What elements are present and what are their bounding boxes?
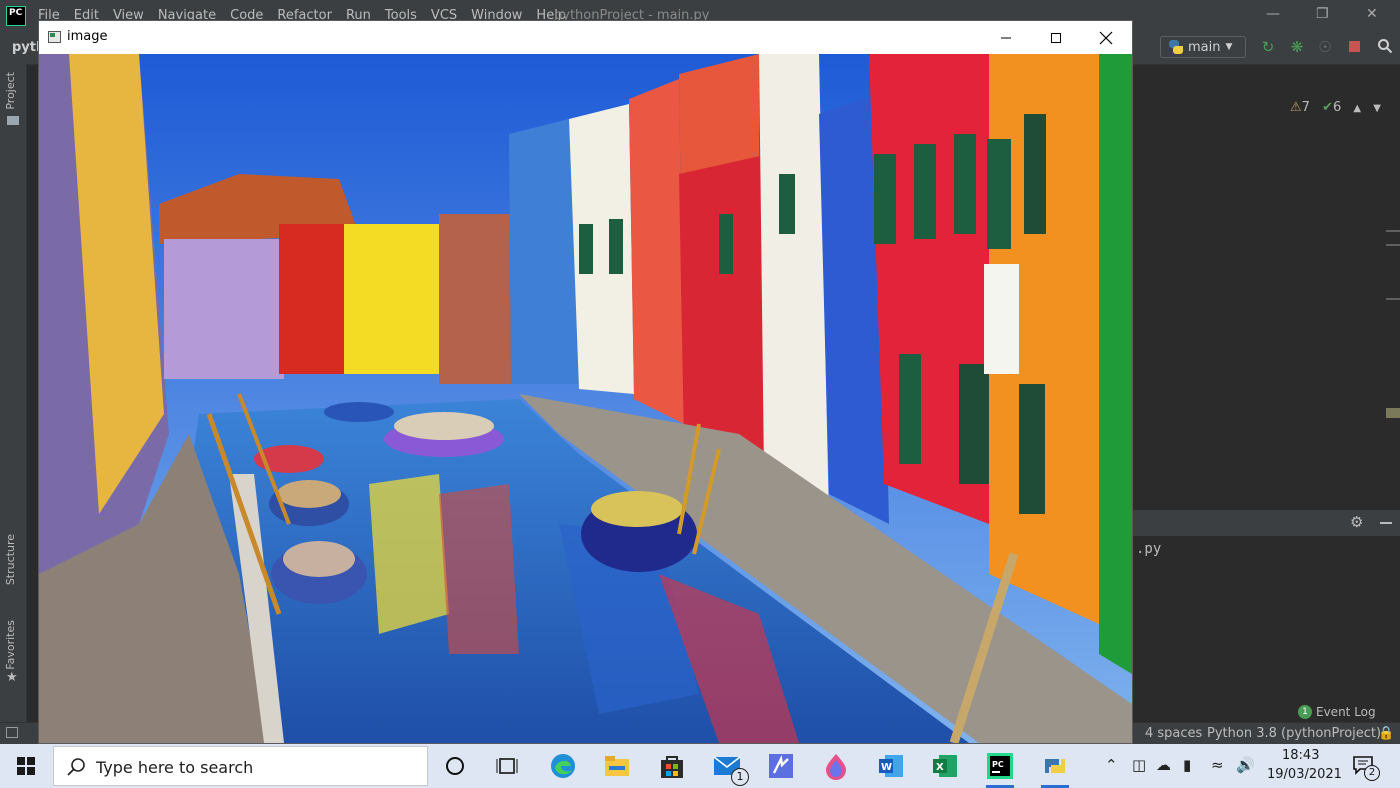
run-output-text: .py bbox=[1136, 541, 1162, 557]
rerun-icon[interactable]: ↻ bbox=[1259, 38, 1277, 56]
stop-icon[interactable] bbox=[1345, 38, 1363, 56]
indent-setting[interactable]: 4 spaces bbox=[1145, 726, 1202, 741]
pycharm-app[interactable]: PC bbox=[982, 748, 1018, 788]
notification-center-button[interactable]: 2 bbox=[1352, 754, 1380, 782]
edge-app[interactable] bbox=[545, 748, 581, 784]
event-log-button[interactable]: 1 Event Log bbox=[1298, 705, 1376, 719]
ide-left-tool-strip: Project Structure Favorites ★ bbox=[0, 64, 27, 744]
svg-text:W: W bbox=[881, 762, 892, 773]
python-icon bbox=[1045, 759, 1065, 773]
scroll-marker bbox=[1386, 230, 1400, 232]
coverage-icon[interactable]: ☉ bbox=[1316, 38, 1334, 56]
image-window-titlebar[interactable]: image bbox=[39, 21, 1132, 54]
scroll-marker bbox=[1386, 244, 1400, 246]
scroll-marker bbox=[1386, 408, 1400, 418]
timeline-icon bbox=[496, 758, 518, 774]
displayed-image-burano-canal bbox=[39, 54, 1132, 743]
notification-badge: 2 bbox=[1364, 765, 1380, 781]
word-icon: W bbox=[879, 755, 903, 777]
run-config-selector[interactable]: main ▼ bbox=[1160, 36, 1246, 58]
tab-favorites[interactable]: Favorites bbox=[4, 620, 17, 670]
ide-minimize-icon[interactable]: — bbox=[1266, 6, 1280, 22]
check-icon: ✔ bbox=[1322, 100, 1333, 115]
search-icon bbox=[67, 758, 85, 776]
start-button[interactable] bbox=[0, 744, 52, 788]
chevron-up-icon[interactable]: ⌃ bbox=[1105, 756, 1118, 774]
chevron-down-icon: ▼ bbox=[1225, 42, 1233, 52]
minimize-button[interactable] bbox=[981, 21, 1031, 54]
chevron-up-icon[interactable]: ▲ bbox=[1353, 103, 1361, 114]
task-view-button[interactable] bbox=[489, 748, 525, 784]
mathpix-icon bbox=[769, 754, 793, 778]
window-app-icon bbox=[48, 31, 61, 43]
event-log-badge: 1 bbox=[1298, 705, 1312, 719]
hide-panel-icon[interactable] bbox=[1380, 522, 1392, 524]
paint3d-app[interactable] bbox=[818, 748, 854, 784]
mail-badge: 1 bbox=[731, 768, 749, 786]
ide-close-icon[interactable]: ✕ bbox=[1366, 6, 1378, 22]
svg-text:X: X bbox=[936, 762, 944, 773]
volume-icon[interactable]: 🔊 bbox=[1236, 756, 1255, 774]
clock-date[interactable]: 19/03/2021 bbox=[1267, 767, 1342, 782]
search-everywhere-icon[interactable] bbox=[1376, 38, 1394, 56]
windows-logo-icon bbox=[17, 757, 35, 775]
file-explorer-icon bbox=[605, 756, 629, 776]
scroll-marker bbox=[1386, 298, 1400, 300]
event-log-label: Event Log bbox=[1316, 705, 1376, 719]
weak-warning-count: 6 bbox=[1332, 100, 1342, 115]
tool-window-toggle-icon[interactable] bbox=[6, 727, 18, 738]
image-window[interactable]: image bbox=[38, 20, 1133, 744]
word-app[interactable]: W bbox=[873, 748, 909, 784]
pycharm-logo-icon: PC bbox=[6, 6, 26, 26]
folder-icon bbox=[7, 116, 19, 125]
image-window-title: image bbox=[67, 29, 108, 44]
store-icon bbox=[661, 756, 683, 778]
debug-bug-icon[interactable]: ❋ bbox=[1288, 38, 1306, 56]
taskbar-search-box[interactable]: Type here to search bbox=[53, 746, 428, 786]
clock-time[interactable]: 18:43 bbox=[1282, 748, 1319, 763]
gear-icon[interactable]: ⚙ bbox=[1350, 513, 1363, 531]
battery-icon[interactable]: ▮ bbox=[1183, 756, 1191, 774]
meet-now-icon[interactable]: ◫ bbox=[1132, 756, 1146, 774]
svg-text:PC: PC bbox=[992, 760, 1004, 769]
chevron-down-icon[interactable]: ▼ bbox=[1373, 103, 1381, 114]
run-panel-header: ⚙ bbox=[1132, 510, 1400, 536]
tab-structure[interactable]: Structure bbox=[4, 534, 17, 585]
excel-app[interactable]: X bbox=[927, 748, 963, 784]
python-app[interactable] bbox=[1037, 748, 1073, 788]
file-explorer-app[interactable] bbox=[599, 748, 635, 784]
wifi-icon[interactable]: ≈ bbox=[1211, 756, 1224, 774]
star-icon: ★ bbox=[6, 670, 18, 685]
pycharm-icon: PC bbox=[987, 753, 1013, 779]
run-config-label: main bbox=[1188, 39, 1221, 55]
excel-icon: X bbox=[933, 755, 957, 777]
mail-app[interactable]: 1 bbox=[709, 748, 749, 786]
lock-icon[interactable]: 🔒 bbox=[1378, 726, 1400, 741]
maximize-button[interactable] bbox=[1031, 21, 1081, 54]
onedrive-icon[interactable]: ☁ bbox=[1156, 756, 1171, 774]
mathpix-app[interactable] bbox=[763, 748, 799, 784]
edge-icon bbox=[551, 754, 575, 778]
interpreter-setting[interactable]: Python 3.8 (pythonProject) bbox=[1207, 726, 1381, 741]
run-output-panel[interactable] bbox=[1132, 536, 1400, 700]
windows-taskbar: Type here to search 1 W X PC ⌃ ◫ ☁ ▮ ≈ 🔊… bbox=[0, 744, 1400, 788]
store-app[interactable] bbox=[654, 748, 690, 784]
tab-project[interactable]: Project bbox=[4, 72, 17, 110]
warning-count: 7 bbox=[1301, 100, 1310, 115]
close-button[interactable] bbox=[1081, 21, 1131, 54]
warning-icon: ⚠ bbox=[1290, 100, 1302, 115]
search-placeholder: Type here to search bbox=[96, 758, 254, 777]
task-view-circle-icon bbox=[446, 757, 464, 775]
cortana-button[interactable] bbox=[437, 748, 473, 784]
ide-restore-icon[interactable]: ❐ bbox=[1316, 6, 1329, 22]
editor-area[interactable] bbox=[1132, 90, 1400, 485]
python-icon bbox=[1169, 40, 1183, 54]
paint3d-icon bbox=[826, 754, 846, 780]
inspection-widget[interactable]: ⚠7 ✔6 ▲ ▼ bbox=[1290, 100, 1381, 115]
